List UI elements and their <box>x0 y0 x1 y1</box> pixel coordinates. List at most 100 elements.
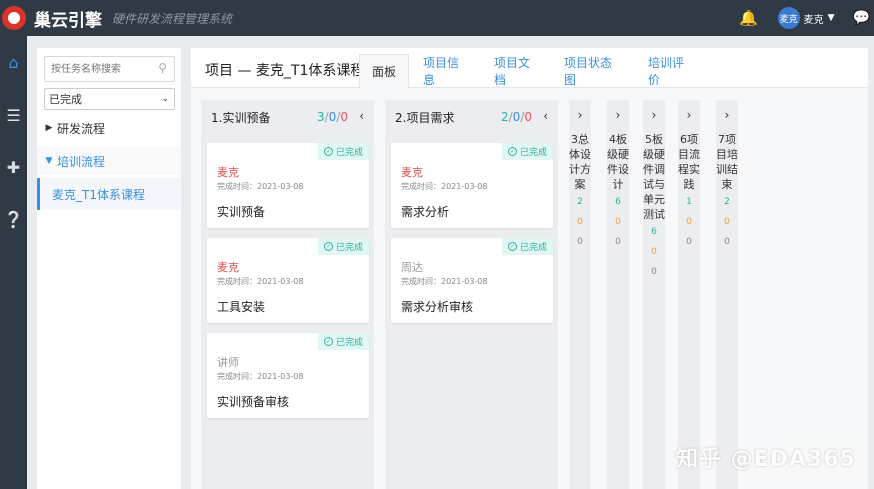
count-in-progress: 0 <box>651 247 657 257</box>
task-card[interactable]: ✓ 已完成 麦克 完成时间：2021-03-08 需求分析 <box>391 143 553 228</box>
count-done: 2 <box>724 197 730 207</box>
avatar[interactable]: 麦克 <box>777 7 800 29</box>
left-rail: ⌂ ☰ ✚ ❔ <box>0 36 27 489</box>
project-tree-panel: ⚲ 已完成 ⌄ ▶ 研发流程 ▼ 培训流程 麦克_T1体系课程 <box>37 48 181 489</box>
column-title: 3总体设计方案 <box>569 133 591 191</box>
tab-board[interactable]: 面板 <box>359 54 409 88</box>
kanban-column: 1.实训预备 3/0/0 ‹ ✓ 已完成 麦克 完成时间：2021-03-08 实… <box>201 100 374 489</box>
collapsed-column[interactable]: › 5板级硬件调试与单元测试 6 0 0 <box>643 100 665 489</box>
tree-node-label: 研发流程 <box>57 121 106 136</box>
column-title: 6项目流程实践 <box>678 133 700 191</box>
collapse-column-icon[interactable]: ‹ <box>359 109 364 123</box>
task-owner: 麦克 <box>401 166 423 179</box>
column-counts: 3/0/0 <box>316 110 348 124</box>
status-badge: ✓ 已完成 <box>501 143 553 160</box>
task-search: ⚲ <box>44 56 175 82</box>
count-done: 6 <box>651 227 657 237</box>
main-panel: 项目 — 麦克_T1体系课程 面板 项目信息 项目文档 项目状态图 培训评价 1… <box>191 48 868 489</box>
task-done-time: 完成时间：2021-03-08 <box>217 372 304 381</box>
kanban-column: 2.项目需求 2/0/0 ‹ ✓ 已完成 麦克 完成时间：2021-03-08 需… <box>385 100 558 489</box>
tab-training-review[interactable]: 培训评价 <box>638 54 700 88</box>
tab-project-docs[interactable]: 项目文档 <box>484 54 546 88</box>
home-icon[interactable]: ⌂ <box>0 53 27 72</box>
count-in-progress: 0 <box>615 217 621 227</box>
check-circle-icon: ✓ <box>507 147 517 156</box>
collapsed-column[interactable]: › 6项目流程实践 1 0 0 <box>678 100 700 489</box>
collapsed-column[interactable]: › 4板级硬件设计 6 0 0 <box>607 100 629 489</box>
top-bar: 巢云引擎 硬件研发流程管理系统 🔔 麦克 麦克 ▼ 💬 <box>0 0 874 36</box>
app-brand[interactable]: 巢云引擎 <box>34 6 102 31</box>
plus-icon[interactable]: ✚ <box>0 158 27 177</box>
collapse-column-icon[interactable]: ‹ <box>543 109 548 123</box>
task-title: 需求分析审核 <box>401 300 474 314</box>
count-done: 3 <box>316 110 325 124</box>
chevron-down-icon[interactable]: ▼ <box>828 13 835 23</box>
search-input[interactable] <box>45 57 145 82</box>
count-in-progress: 0 <box>686 217 692 227</box>
task-card[interactable]: ✓ 已完成 讲师 完成时间：2021-03-08 实训预备审核 <box>207 333 369 418</box>
tree-leaf-selected-project[interactable]: 麦克_T1体系课程 <box>37 178 181 210</box>
count-overdue: 0 <box>524 110 532 124</box>
status-badge: ✓ 已完成 <box>317 333 369 350</box>
count-done: 2 <box>500 110 509 124</box>
list-icon[interactable]: ☰ <box>0 106 27 125</box>
logo-icon[interactable] <box>2 6 26 30</box>
tree-node-label: 培训流程 <box>57 154 106 169</box>
task-title: 工具安装 <box>217 300 266 314</box>
check-circle-icon: ✓ <box>507 242 517 251</box>
chat-icon[interactable]: 💬 <box>853 10 870 26</box>
tab-project-info[interactable]: 项目信息 <box>413 54 475 88</box>
expand-column-icon[interactable]: › <box>678 108 700 122</box>
caret-down-icon: ▼ <box>45 156 53 166</box>
task-title: 实训预备审核 <box>217 395 290 409</box>
count-overdue: 0 <box>686 237 692 247</box>
bell-icon[interactable]: 🔔 <box>739 9 758 27</box>
status-badge: ✓ 已完成 <box>317 238 369 255</box>
page-title: 项目 — 麦克_T1体系课程 <box>205 63 365 79</box>
expand-column-icon[interactable]: › <box>607 108 629 122</box>
tree-node-rd-flow[interactable]: ▶ 研发流程 <box>37 114 181 142</box>
column-header: 1.实训预备 <box>201 100 374 134</box>
check-circle-icon: ✓ <box>323 337 333 346</box>
column-title: 4板级硬件设计 <box>607 133 629 191</box>
column-title: 2.项目需求 <box>395 110 455 125</box>
status-badge: ✓ 已完成 <box>317 143 369 160</box>
check-circle-icon: ✓ <box>323 242 333 251</box>
task-card[interactable]: ✓ 已完成 麦克 完成时间：2021-03-08 实训预备 <box>207 143 369 228</box>
column-counts: 2/0/0 <box>500 110 532 124</box>
app-subtitle: 硬件研发流程管理系统 <box>112 11 233 26</box>
count-overdue: 0 <box>340 110 348 124</box>
collapsed-column[interactable]: › 7项目培训结束 2 0 0 <box>716 100 738 489</box>
search-icon[interactable]: ⚲ <box>158 61 167 75</box>
task-owner: 讲师 <box>217 356 239 369</box>
expand-column-icon[interactable]: › <box>569 108 591 122</box>
count-overdue: 0 <box>651 267 657 277</box>
count-done: 2 <box>577 197 583 207</box>
collapsed-column[interactable]: › 3总体设计方案 2 0 0 <box>569 100 591 489</box>
tab-project-status-chart[interactable]: 项目状态图 <box>554 54 630 88</box>
status-filter-value: 已完成 <box>49 93 82 106</box>
expand-column-icon[interactable]: › <box>643 108 665 122</box>
tree-node-training-flow[interactable]: ▼ 培训流程 <box>37 147 181 175</box>
task-card[interactable]: ✓ 已完成 周达 完成时间：2021-03-08 需求分析审核 <box>391 238 553 323</box>
caret-right-icon: ▶ <box>45 123 53 133</box>
column-title: 7项目培训结束 <box>716 133 738 191</box>
task-owner: 麦克 <box>217 261 239 274</box>
task-title: 需求分析 <box>401 205 450 219</box>
task-done-time: 完成时间：2021-03-08 <box>217 277 304 286</box>
column-title: 1.实训预备 <box>211 110 271 125</box>
project-tab-bar: 项目 — 麦克_T1体系课程 面板 项目信息 项目文档 项目状态图 培训评价 <box>191 48 868 88</box>
count-done: 6 <box>615 197 621 207</box>
count-overdue: 0 <box>577 237 583 247</box>
user-name[interactable]: 麦克 <box>804 11 824 26</box>
expand-column-icon[interactable]: › <box>716 108 738 122</box>
task-done-time: 完成时间：2021-03-08 <box>217 182 304 191</box>
help-icon[interactable]: ❔ <box>0 210 27 229</box>
status-filter-select[interactable]: 已完成 ⌄ <box>44 88 175 110</box>
column-header: 2.项目需求 <box>385 100 558 134</box>
task-owner: 周达 <box>401 261 423 274</box>
count-in-progress: 0 <box>577 217 583 227</box>
count-overdue: 0 <box>615 237 621 247</box>
check-circle-icon: ✓ <box>323 147 333 156</box>
task-card[interactable]: ✓ 已完成 麦克 完成时间：2021-03-08 工具安装 <box>207 238 369 323</box>
